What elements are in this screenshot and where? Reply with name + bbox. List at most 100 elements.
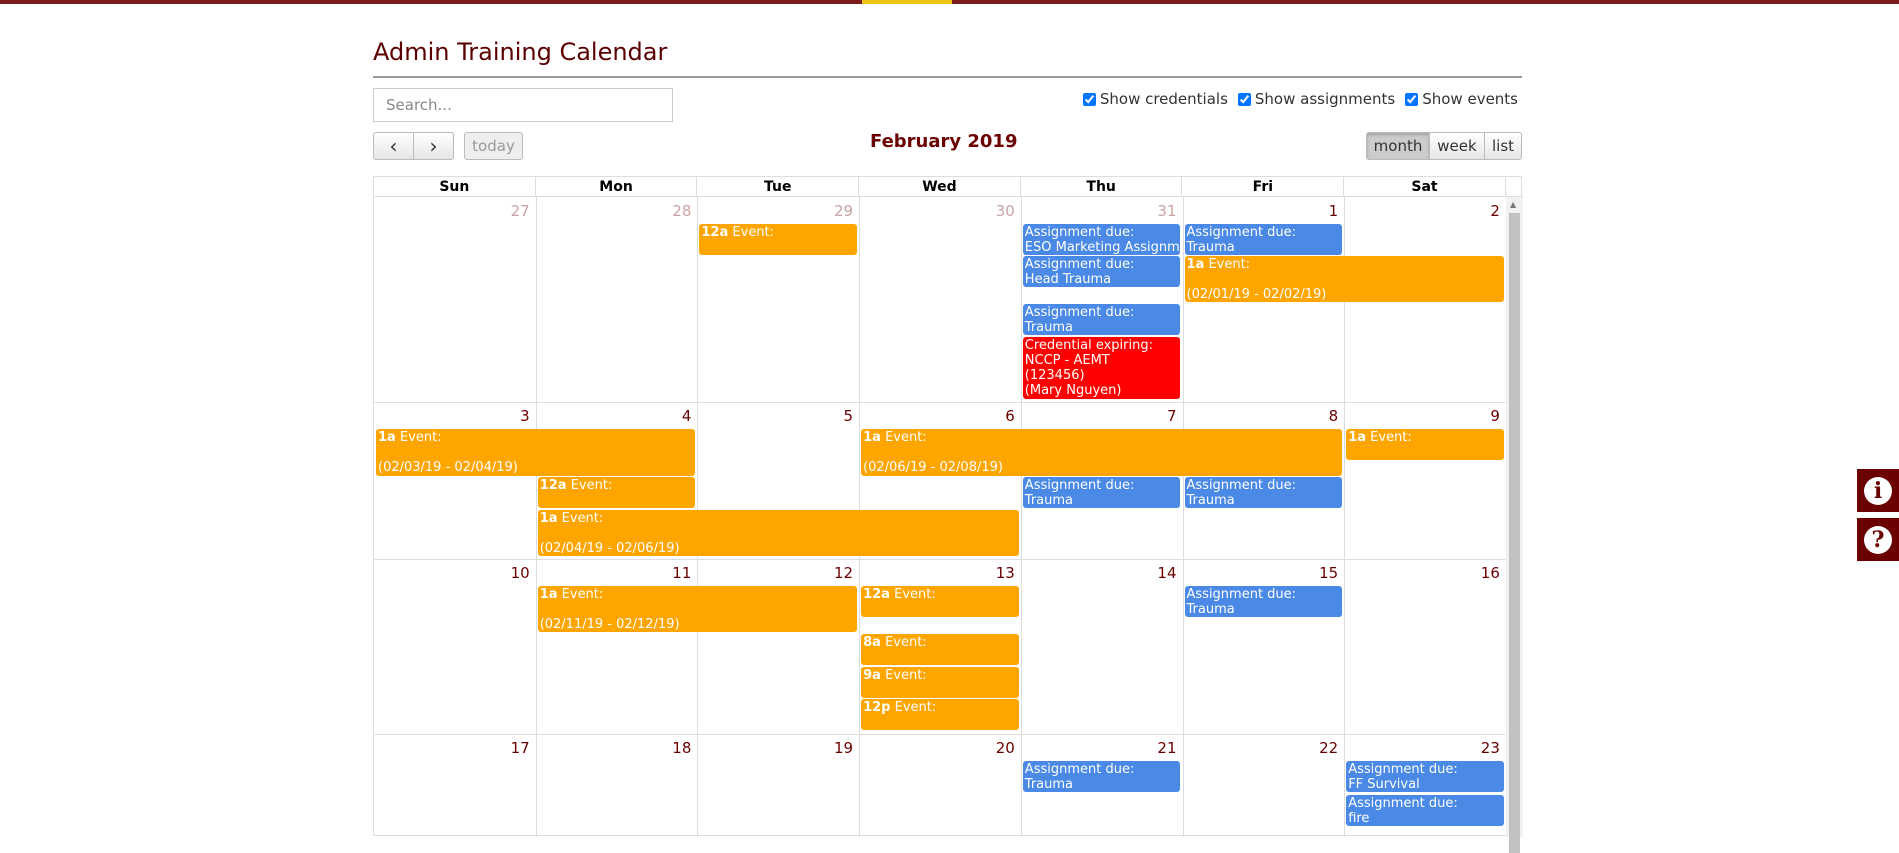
day-number[interactable]: 6 (865, 407, 1015, 425)
event-time: 1a (1186, 257, 1205, 272)
event-line: (02/11/19 - 02/12/19) (540, 617, 855, 632)
event-event[interactable]: 1a Event: (02/04/19 - 02/06/19) (537, 510, 1019, 556)
event-text: Assignment due: (1186, 587, 1297, 602)
event-line (863, 445, 1340, 460)
event-event[interactable]: 1a Event: (02/01/19 - 02/02/19) (1184, 256, 1504, 302)
assignment-event[interactable]: Assignment due: Trauma (1022, 477, 1181, 508)
event-text: Event: (1208, 257, 1251, 272)
assignment-event[interactable]: Assignment due: Head Trauma (1022, 256, 1181, 287)
day-number[interactable]: 31 (1027, 202, 1176, 220)
event-line: Trauma (1025, 777, 1179, 792)
scrollbar[interactable]: ▲ (1506, 197, 1523, 853)
event-line: 1a Event: (1187, 257, 1502, 272)
day-number[interactable]: 2 (1350, 202, 1500, 220)
event-line: 12a Event: (540, 478, 694, 493)
day-number[interactable]: 5 (703, 407, 854, 425)
event-event[interactable]: 1a Event: (02/11/19 - 02/12/19) (537, 586, 858, 632)
event-line: Credential expiring: (1025, 338, 1179, 353)
day-number[interactable]: 23 (1350, 739, 1500, 757)
event-line: Assignment due: (1348, 796, 1502, 811)
scrollbar-thumb[interactable] (1509, 213, 1520, 853)
scroll-up-icon[interactable]: ▲ (1510, 200, 1516, 209)
search-input[interactable] (373, 88, 673, 122)
day-number[interactable]: 12 (703, 564, 853, 582)
grid-line (535, 197, 537, 837)
event-event[interactable]: 12p Event: (861, 699, 1019, 730)
assignment-event[interactable]: Assignment due: FF Survival (1346, 761, 1504, 792)
day-number[interactable]: 13 (865, 564, 1015, 582)
show-assignments-checkbox[interactable] (1237, 92, 1251, 106)
event-text: (02/01/19 - 02/02/19) (1186, 287, 1327, 302)
day-number[interactable]: 7 (1027, 407, 1177, 425)
day-number[interactable]: 14 (1027, 564, 1176, 582)
event-event[interactable]: 1a Event: (1346, 429, 1504, 460)
filter-credentials[interactable]: Show credentials (1082, 90, 1228, 108)
show-events-checkbox[interactable] (1405, 92, 1419, 106)
day-number[interactable]: 15 (1188, 564, 1338, 582)
event-time: 9a (863, 668, 881, 683)
event-text: ESO Marketing Assignment (1024, 240, 1181, 255)
day-number[interactable]: 1 (1188, 202, 1339, 220)
event-line: 1a Event: (863, 430, 1340, 445)
assignment-event[interactable]: Assignment due: Trauma (1022, 304, 1181, 335)
filter-events[interactable]: Show events (1405, 90, 1518, 108)
help-button[interactable]: ? (1857, 518, 1899, 561)
day-number[interactable]: 9 (1350, 407, 1500, 425)
assignment-event[interactable]: Assignment due: Trauma (1184, 224, 1343, 255)
event-event[interactable]: 12a Event: (699, 224, 858, 255)
event-text: Credential expiring: (1024, 338, 1153, 353)
event-text: (Mary Nguyen) (1024, 383, 1122, 398)
prev-button[interactable]: ‹ (373, 132, 414, 160)
view-list-button[interactable]: list (1484, 132, 1522, 160)
assignment-event[interactable]: Assignment due:ESO Marketing Assignment (1022, 224, 1181, 255)
day-number[interactable]: 21 (1027, 739, 1176, 757)
event-time: 12p (863, 700, 891, 715)
next-button[interactable]: › (413, 132, 454, 160)
assignment-event[interactable]: Assignment due: Trauma (1184, 477, 1343, 508)
event-event[interactable]: 9a Event: (861, 667, 1019, 698)
day-number[interactable]: 29 (703, 202, 853, 220)
day-number[interactable]: 20 (865, 739, 1015, 757)
grid-line (1182, 197, 1184, 837)
assignment-event[interactable]: Assignment due: Trauma (1022, 761, 1181, 792)
assignment-event[interactable]: Assignment due: fire (1346, 795, 1504, 826)
event-text: Assignment due: (1348, 762, 1458, 777)
day-number[interactable]: 8 (1188, 407, 1339, 425)
day-number[interactable]: 4 (541, 407, 692, 425)
event-text: Head Trauma (1024, 272, 1112, 287)
credential-event[interactable]: Credential expiring: NCCP - AEMT (123456)(… (1022, 337, 1181, 399)
event-text: FF Survival (1348, 777, 1420, 792)
view-week-button[interactable]: week (1429, 132, 1485, 160)
filter-assignments[interactable]: Show assignments (1237, 90, 1395, 108)
day-number[interactable]: 22 (1188, 739, 1338, 757)
week-divider (374, 402, 1506, 403)
info-button[interactable]: i (1857, 469, 1899, 512)
event-event[interactable]: 12a Event: (537, 477, 696, 508)
day-number[interactable]: 17 (380, 739, 530, 757)
event-line: Assignment due: (1025, 225, 1179, 240)
event-line: Assignment due: (1348, 762, 1502, 777)
day-number[interactable]: 18 (541, 739, 691, 757)
event-event[interactable]: 8a Event: (861, 634, 1019, 665)
day-number[interactable]: 11 (541, 564, 691, 582)
day-number[interactable]: 3 (380, 407, 530, 425)
event-text: Event: (732, 225, 775, 240)
day-number[interactable]: 19 (703, 739, 853, 757)
day-number[interactable]: 27 (380, 202, 530, 220)
show-credentials-checkbox[interactable] (1082, 92, 1096, 106)
event-text: Event: (894, 700, 937, 715)
top-bar-active-indicator (862, 0, 952, 4)
day-number[interactable]: 16 (1350, 564, 1500, 582)
event-event[interactable]: 1a Event: (02/03/19 - 02/04/19) (376, 429, 696, 476)
event-event[interactable]: 1a Event: (02/06/19 - 02/08/19) (861, 429, 1343, 476)
event-text: (02/06/19 - 02/08/19) (863, 460, 1003, 475)
day-number[interactable]: 28 (541, 202, 691, 220)
event-time: 1a (863, 430, 881, 445)
assignment-event[interactable]: Assignment due: Trauma (1184, 586, 1343, 617)
day-number[interactable]: 30 (865, 202, 1015, 220)
event-event[interactable]: 12a Event: (861, 586, 1019, 617)
event-text: (02/04/19 - 02/06/19) (539, 541, 680, 556)
today-button[interactable]: today (464, 132, 523, 160)
day-number[interactable]: 10 (380, 564, 530, 582)
view-month-button[interactable]: month (1366, 132, 1430, 160)
